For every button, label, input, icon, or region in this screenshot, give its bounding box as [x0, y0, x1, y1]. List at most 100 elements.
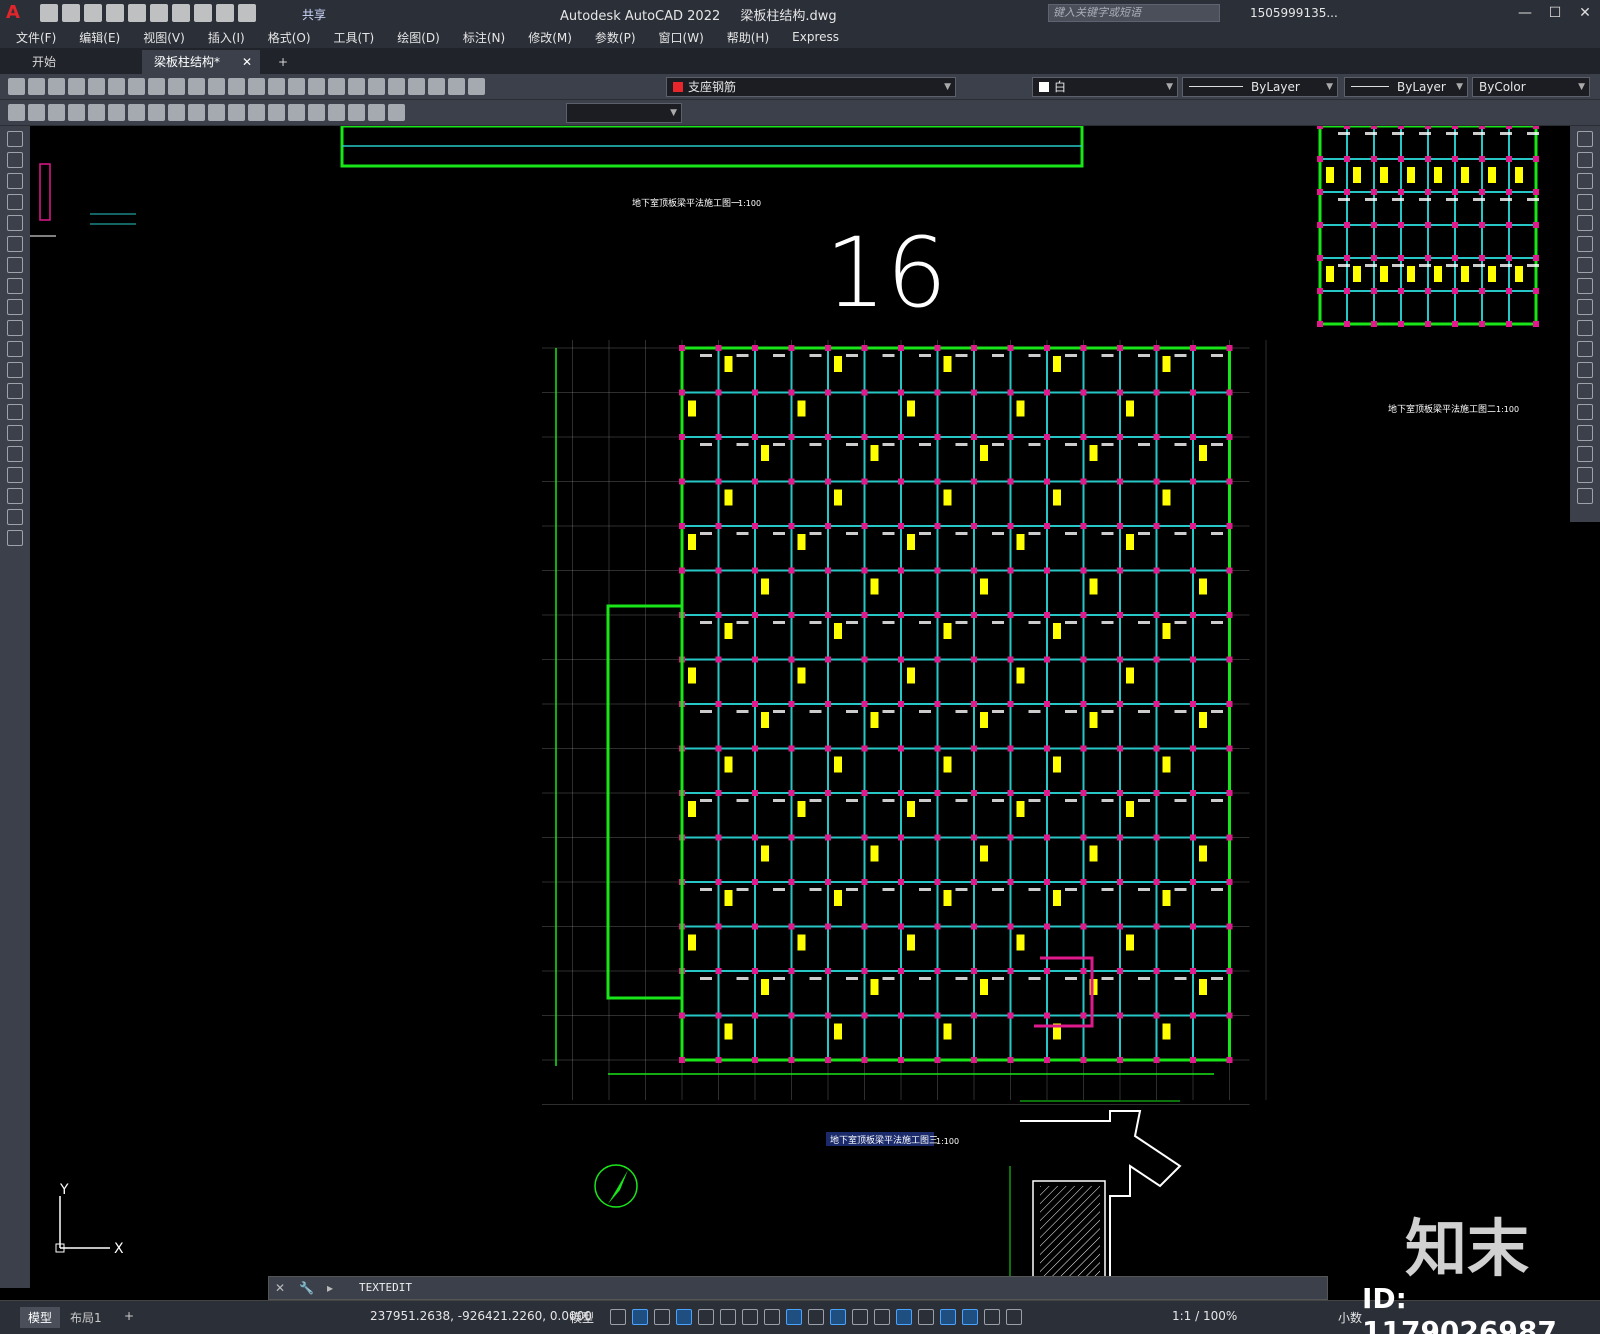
infer-constraints-icon[interactable] — [654, 1309, 670, 1325]
search-input[interactable]: 键入关键字或短语 — [1048, 4, 1220, 22]
linetype-dropdown[interactable]: ByLayer ▼ — [1182, 77, 1338, 97]
isometric-icon[interactable] — [742, 1309, 758, 1325]
region-icon[interactable] — [7, 467, 23, 483]
polyline-icon[interactable] — [7, 173, 23, 189]
object-snap-icon[interactable] — [786, 1309, 802, 1325]
offset-icon[interactable] — [1577, 194, 1593, 210]
properties-icon[interactable] — [328, 78, 345, 95]
stretch-icon[interactable] — [1577, 299, 1593, 315]
revision-cloud-icon[interactable] — [7, 278, 23, 294]
annotation-visibility-icon[interactable] — [962, 1309, 978, 1325]
object-snap-tracking-icon[interactable] — [764, 1309, 780, 1325]
dim-space-icon[interactable] — [228, 104, 245, 121]
inspection-icon[interactable] — [308, 104, 325, 121]
drawing-svg[interactable]: 地下室顶板梁平法施工图一 1:100 16 地下室顶板梁平法施工图二 1:100… — [30, 126, 1570, 1288]
plan-scale-3[interactable]: 1:100 — [936, 1137, 959, 1146]
point-icon[interactable] — [7, 404, 23, 420]
menu-modify[interactable]: 修改(M) — [528, 29, 572, 46]
chamfer-icon[interactable] — [1577, 425, 1593, 441]
insert-block-icon[interactable] — [7, 362, 23, 378]
preview-icon[interactable] — [88, 78, 105, 95]
close-command-icon[interactable]: ✕ — [275, 1281, 285, 1295]
dim-break-icon[interactable] — [248, 104, 265, 121]
paste-icon[interactable] — [168, 78, 185, 95]
new-file-icon[interactable] — [40, 4, 58, 22]
move-icon[interactable] — [1577, 236, 1593, 252]
array-icon[interactable] — [1577, 215, 1593, 231]
menu-draw[interactable]: 绘图(D) — [397, 29, 440, 46]
pan-icon[interactable] — [248, 78, 265, 95]
command-line[interactable]: ✕ 🔧 ▸ TEXTEDIT — [268, 1276, 1328, 1300]
continue-icon[interactable] — [208, 104, 225, 121]
menu-insert[interactable]: 插入(I) — [208, 29, 245, 46]
baseline-icon[interactable] — [188, 104, 205, 121]
add-layout-button[interactable]: + — [116, 1307, 142, 1325]
menu-tools[interactable]: 工具(T) — [334, 29, 375, 46]
open-sheet-icon[interactable] — [128, 4, 146, 22]
rectangle-icon[interactable] — [7, 215, 23, 231]
publish-icon[interactable] — [108, 78, 125, 95]
jogged-icon[interactable] — [108, 104, 125, 121]
polygon-icon[interactable] — [7, 194, 23, 210]
layer-dropdown[interactable]: 支座钢筋 ▼ — [666, 77, 956, 97]
spline-icon[interactable] — [7, 299, 23, 315]
fillet-icon[interactable] — [1577, 446, 1593, 462]
markup-icon[interactable] — [408, 78, 425, 95]
menu-parametric[interactable]: 参数(P) — [595, 29, 636, 46]
cut-icon[interactable] — [128, 78, 145, 95]
tab-layout1[interactable]: 布局1 — [62, 1307, 110, 1328]
add-tab-button[interactable]: + — [266, 50, 300, 74]
menu-dimension[interactable]: 标注(N) — [463, 29, 505, 46]
menu-window[interactable]: 窗口(W) — [659, 29, 704, 46]
menu-express[interactable]: Express — [792, 30, 839, 44]
hatch-icon[interactable] — [7, 425, 23, 441]
table-icon[interactable] — [7, 488, 23, 504]
menu-help[interactable]: 帮助(H) — [727, 29, 769, 46]
quick-dim-icon[interactable] — [168, 104, 185, 121]
gizmo-icon[interactable] — [940, 1309, 956, 1325]
make-block-icon[interactable] — [7, 383, 23, 399]
ortho-icon[interactable] — [698, 1309, 714, 1325]
dim-text-edit-icon[interactable] — [368, 104, 385, 121]
tab-start[interactable]: 开始 — [20, 50, 68, 74]
rotate-icon[interactable] — [1577, 257, 1593, 273]
match-properties-icon[interactable] — [188, 78, 205, 95]
grid-icon[interactable] — [610, 1309, 626, 1325]
snap-icon[interactable] — [632, 1309, 648, 1325]
color-dropdown[interactable]: 白 ▼ — [1032, 77, 1178, 97]
save-icon[interactable] — [84, 4, 102, 22]
selection-cycling-icon[interactable] — [852, 1309, 868, 1325]
menu-view[interactable]: 视图(V) — [143, 29, 185, 46]
gradient-icon[interactable] — [7, 446, 23, 462]
design-center-icon[interactable] — [348, 78, 365, 95]
plan-title-2[interactable]: 地下室顶板梁平法施工图二 — [1388, 403, 1496, 415]
units-display[interactable]: 小数 — [1338, 1309, 1362, 1326]
save-as-icon[interactable] — [106, 4, 124, 22]
zoom-realtime-icon[interactable] — [268, 78, 285, 95]
explode-icon[interactable] — [1577, 488, 1593, 504]
menu-edit[interactable]: 编辑(E) — [79, 29, 120, 46]
tab-model[interactable]: 模型 — [20, 1307, 61, 1328]
zoom-window-icon[interactable] — [288, 78, 305, 95]
dynamic-ucs-icon[interactable] — [896, 1309, 912, 1325]
help-icon[interactable] — [448, 78, 465, 95]
tab-drawing[interactable]: 梁板柱结构* ✕ — [142, 50, 260, 74]
undo-icon[interactable] — [208, 78, 225, 95]
model-space-toggle[interactable]: 模型 — [570, 1309, 594, 1326]
menu-file[interactable]: 文件(F) — [16, 29, 56, 46]
dim-style-dropdown[interactable]: ▼ — [566, 103, 682, 123]
center-mark-icon[interactable] — [288, 104, 305, 121]
3d-object-snap-icon[interactable] — [874, 1309, 890, 1325]
aligned-dim-icon[interactable] — [28, 104, 45, 121]
plan-title-1[interactable]: 地下室顶板梁平法施工图一 — [632, 197, 740, 209]
line-icon[interactable] — [7, 131, 23, 147]
open-icon[interactable] — [28, 78, 45, 95]
arc-length-icon[interactable] — [48, 104, 65, 121]
coordinates-readout[interactable]: 237951.2638, -926421.2260, 0.0000 — [370, 1309, 592, 1323]
dim-update-icon[interactable] — [388, 104, 405, 121]
redo-icon[interactable] — [228, 78, 245, 95]
construction-line-icon[interactable] — [7, 152, 23, 168]
linear-dim-icon[interactable] — [8, 104, 25, 121]
arc-icon[interactable] — [7, 236, 23, 252]
plot-icon[interactable] — [68, 78, 85, 95]
